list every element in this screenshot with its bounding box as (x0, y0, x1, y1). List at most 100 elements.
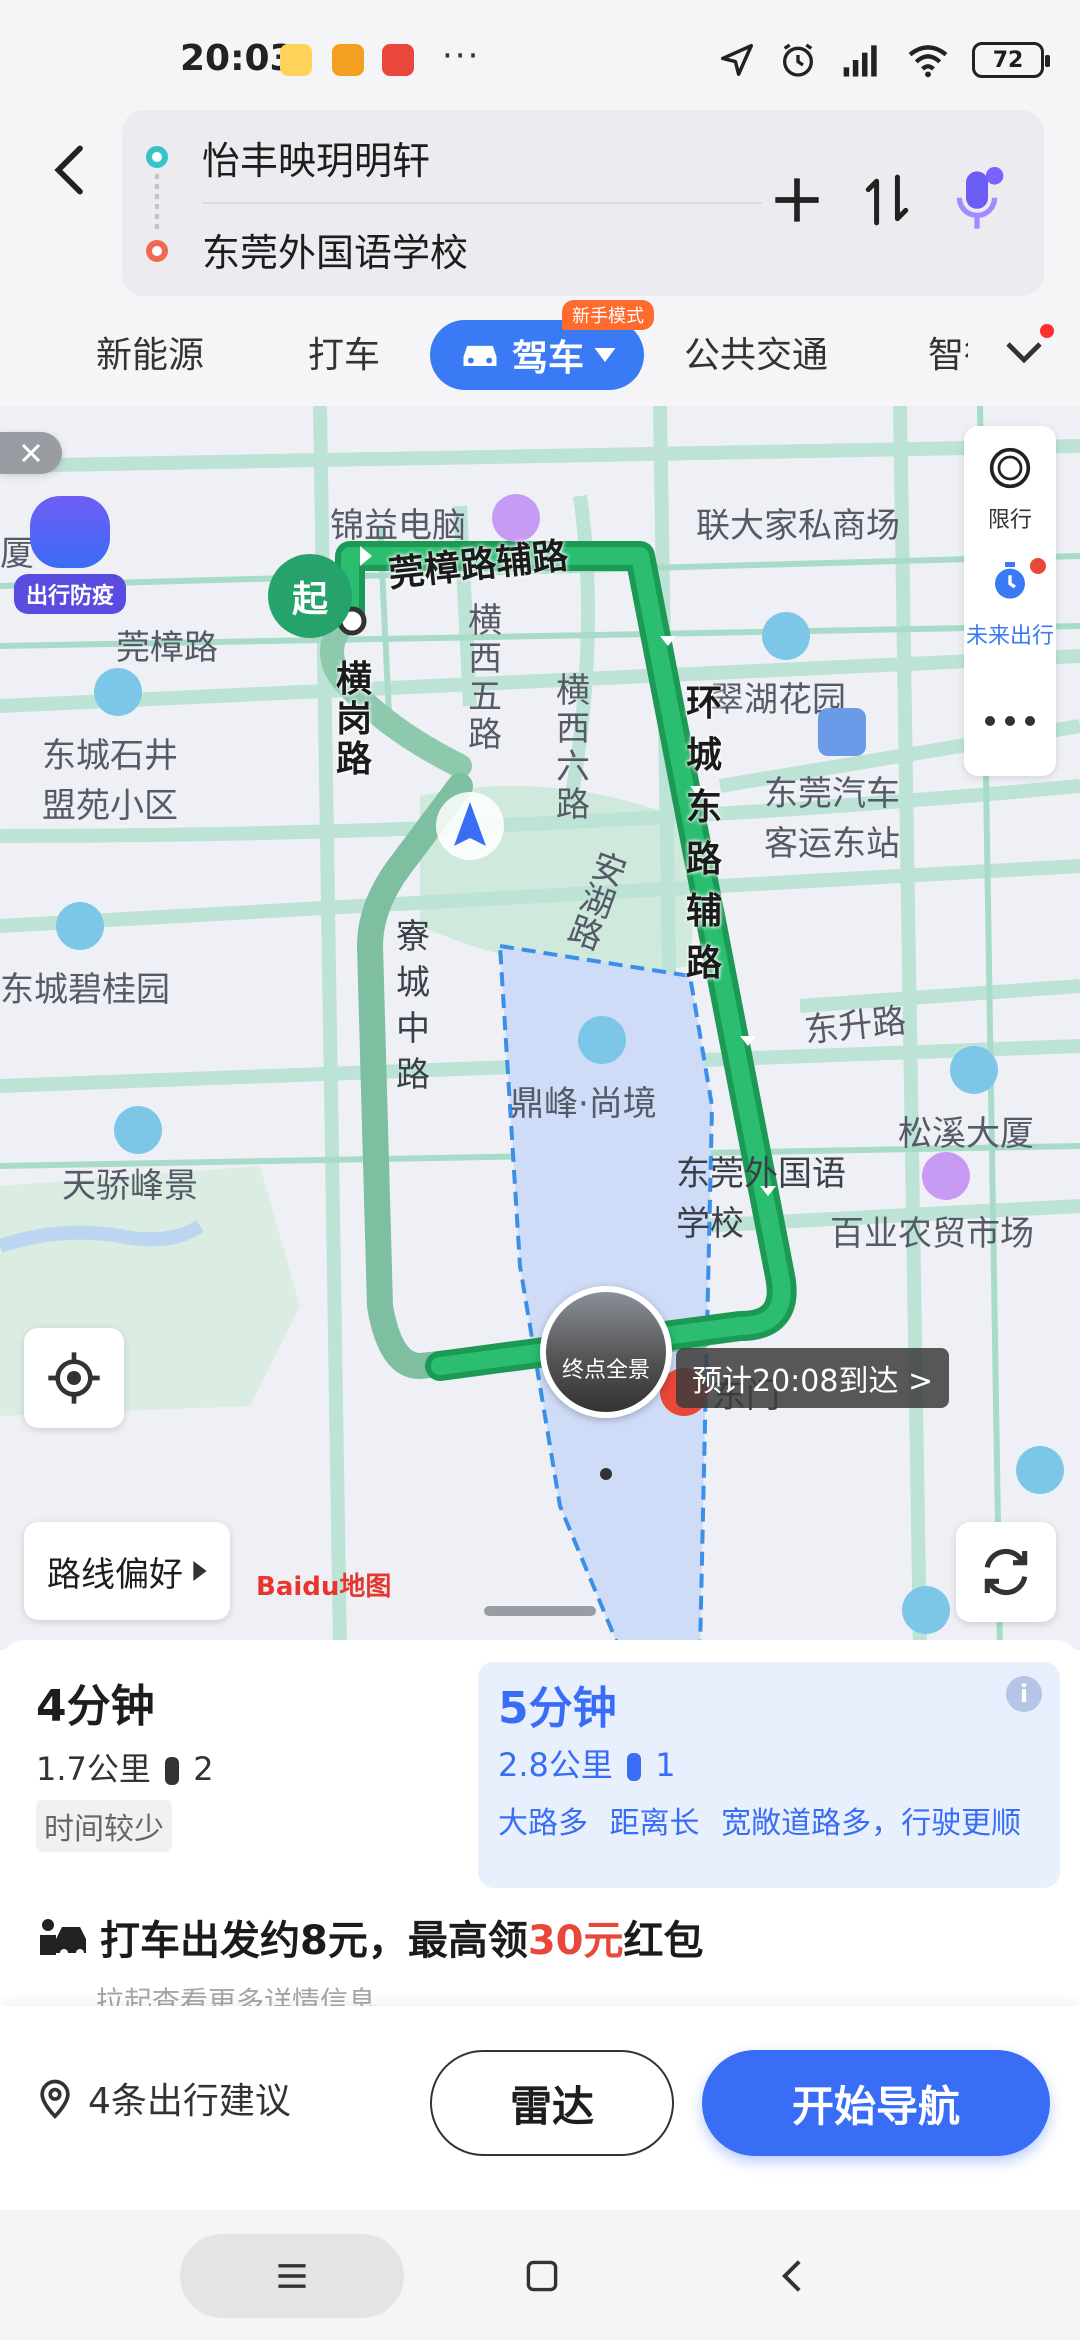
route-preference-button[interactable]: 路线偏好 (24, 1522, 230, 1620)
option-2-distance-row: 2.8公里 1 (498, 1740, 676, 1786)
caret-down-icon (594, 348, 616, 362)
bus-station-poi-icon (818, 708, 866, 756)
poi-keyun-label-2[interactable]: 客运东站 (764, 816, 900, 865)
option-2-time: 5分钟 (498, 1683, 617, 1734)
clock: 20:03 (180, 38, 295, 79)
epidemic-label: 出行防疫 (14, 574, 126, 614)
battery-indicator: 72 (972, 42, 1050, 78)
tab-taxi[interactable]: 打车 (308, 326, 380, 378)
poi-baiye-label[interactable]: 百业农贸市场 (830, 1206, 1034, 1255)
system-back-button[interactable] (760, 2234, 824, 2318)
residence-poi-icon-11 (1016, 1446, 1064, 1494)
road-hengxi6-label: 横西六路 (556, 671, 590, 825)
poi-biguiyuan-label[interactable]: 东城碧桂园 (0, 962, 170, 1011)
tab-public-transit[interactable]: 公共交通 (684, 326, 828, 378)
home-button[interactable] (510, 2234, 574, 2318)
restriction-icon (989, 447, 1031, 489)
poi-tianjiao-label[interactable]: 天骄峰景 (62, 1158, 198, 1207)
start-navigation-button[interactable]: 开始导航 (702, 2050, 1050, 2156)
add-waypoint-button[interactable] (762, 160, 832, 240)
plus-icon (775, 178, 819, 222)
taxi-promo-prefix: 打车出发约8元，最高领 (100, 1918, 528, 1964)
option-2-lights: 1 (655, 1746, 676, 1784)
route-option-2[interactable]: 5分钟 2.8公里 1 大路多 距离长 宽敞道路多，行驶更顺 i (478, 1662, 1060, 1888)
route-input-box: 怡丰映玥明轩 东莞外国语学校 (122, 110, 1044, 296)
swap-route-button[interactable] (852, 160, 922, 240)
radar-button[interactable]: 雷达 (430, 2050, 674, 2156)
taxi-promo[interactable]: 打车出发约8元，最高领 30元 红包 (36, 1908, 704, 1966)
road-hengxi5-label: 横西五路 (468, 601, 502, 755)
microphone-icon (956, 167, 1004, 229)
poi-dingfeng-label[interactable]: 鼎峰·尚境 (510, 1076, 657, 1125)
travel-suggestions-label: 4条出行建议 (88, 2081, 291, 2122)
option-2-tag-2: 距离长 (609, 1806, 700, 1841)
poi-school-label-2[interactable]: 学校 (676, 1196, 744, 1245)
system-nav-bar (0, 2210, 1080, 2340)
start-marker[interactable]: 起 (268, 554, 352, 638)
action-bar: 4条出行建议 雷达 开始导航 (0, 2006, 1080, 2210)
close-banner-button[interactable] (0, 432, 62, 474)
epidemic-badge[interactable]: 出行防疫 (14, 496, 126, 616)
poi-mengyuan-label[interactable]: 盟苑小区 (42, 778, 178, 827)
tab-smart[interactable]: 智行 (928, 326, 968, 378)
restrict-button[interactable]: 限行 (964, 440, 1056, 540)
sheet-drag-handle[interactable] (484, 1606, 596, 1616)
road-zhaicheng-label: 寮城中路 (396, 917, 430, 1095)
notification-dot (1040, 324, 1054, 338)
residence-poi-icon-2 (94, 668, 142, 716)
signal-icon (843, 45, 877, 77)
orange-app-icon (332, 44, 364, 76)
chevron-down-icon (1006, 342, 1042, 364)
option-1-lights: 2 (193, 1750, 214, 1788)
poi-keyun-label-1[interactable]: 东莞汽车 (764, 766, 900, 815)
tab-drive[interactable]: 驾车 (430, 320, 644, 390)
residence-poi-icon (762, 612, 810, 660)
info-icon[interactable]: i (1006, 1676, 1042, 1712)
traffic-light-icon (165, 1757, 180, 1785)
destination-field[interactable]: 东莞外国语学校 (202, 214, 468, 284)
newbie-mode-badge: 新手模式 (562, 300, 654, 330)
wifi-icon (908, 45, 948, 78)
taxi-promo-suffix: 红包 (623, 1918, 704, 1964)
route-header: 怡丰映玥明轩 东莞外国语学校 (0, 110, 1080, 300)
route-connector (155, 174, 159, 230)
poi-school-label-1[interactable]: 东莞外国语 (676, 1146, 846, 1195)
option-1-distance-row: 1.7公里 2 (36, 1744, 456, 1790)
origin-field[interactable]: 怡丰映玥明轩 (202, 122, 430, 192)
refresh-route-button[interactable] (956, 1522, 1056, 1622)
eta-tag[interactable]: 预计20:08到达 > (676, 1348, 950, 1408)
recent-apps-button[interactable] (180, 2234, 404, 2318)
future-travel-button[interactable]: 未来出行 (964, 552, 1056, 662)
residence-poi-icon-8 (56, 902, 104, 950)
residence-poi-icon-10 (114, 1106, 162, 1154)
future-travel-label: 未来出行 (965, 624, 1054, 649)
back-arrow-icon (54, 145, 83, 195)
taxi-icon (40, 1919, 86, 1957)
poi-dongcheng-label[interactable]: 东城石井 (42, 728, 178, 777)
status-icons: 72 (718, 40, 1050, 80)
destination-dot-icon (146, 240, 168, 262)
refresh-icon (984, 1548, 1028, 1596)
poi-songxi-label[interactable]: 松溪大厦 (898, 1106, 1034, 1155)
tab-new-energy[interactable]: 新能源 (96, 326, 204, 378)
route-option-1[interactable]: 4分钟 1.7公里 2 时间较少 (36, 1670, 456, 1870)
poi-lianda-label[interactable]: 联大家私商场 (696, 498, 900, 547)
locate-me-button[interactable] (24, 1328, 124, 1428)
route-options-sheet: 4分钟 1.7公里 2 时间较少 5分钟 2.8公里 1 大路多 距离长 宽敞道… (0, 1640, 1080, 2018)
timer-icon (995, 562, 1025, 599)
residence-poi-icon-9 (578, 1016, 626, 1064)
option-1-time: 4分钟 (36, 1681, 155, 1732)
more-options-button[interactable] (964, 678, 1056, 764)
road-zhang-label: 莞樟路 (116, 628, 218, 668)
more-notifications-icon: ··· (442, 36, 481, 76)
back-button[interactable] (40, 130, 100, 210)
destination-panorama-button[interactable]: 终点全景 (540, 1286, 672, 1418)
status-bar: 20:03 ··· 72 (0, 0, 1080, 110)
travel-suggestions-button[interactable]: 4条出行建议 (36, 2072, 291, 2124)
red-app-icon (382, 44, 414, 76)
voice-input-button[interactable] (942, 160, 1012, 240)
map-view[interactable]: 锦益电脑 联大家私商场 厦 莞樟路 莞樟路辅路 横西五路 横西六路 翠湖花园 东… (0, 406, 1080, 1650)
alarm-icon (783, 43, 813, 77)
bunny-app-icon (280, 44, 312, 76)
taxi-promo-amount: 30元 (527, 1918, 624, 1964)
